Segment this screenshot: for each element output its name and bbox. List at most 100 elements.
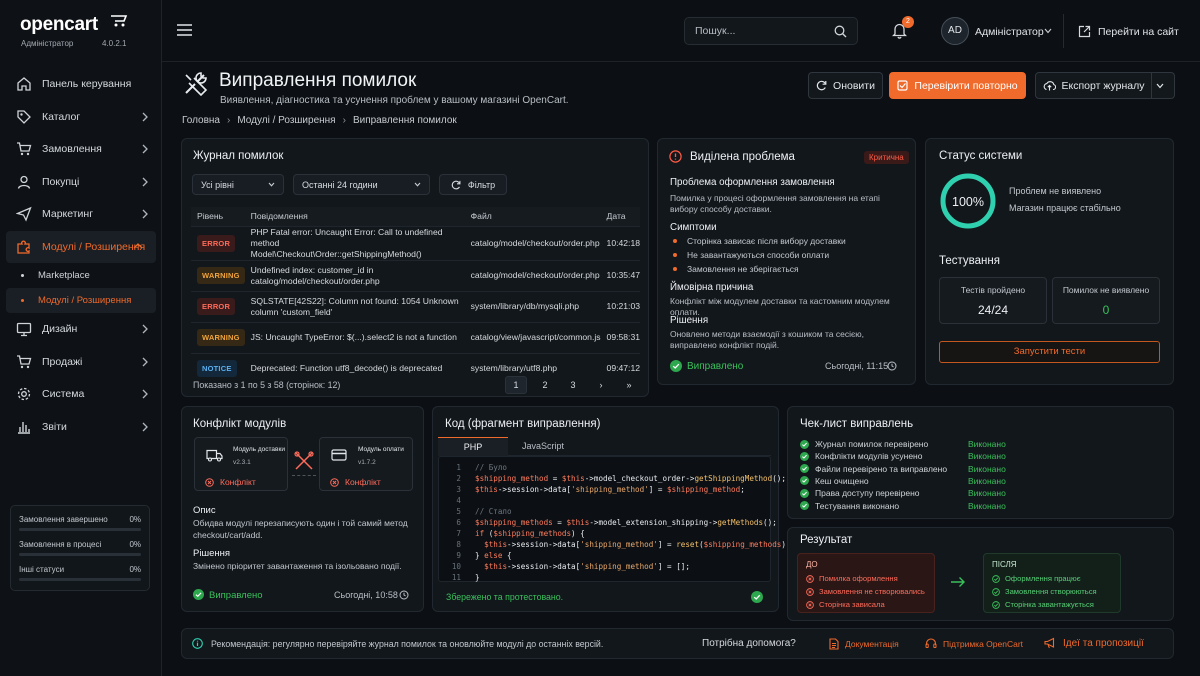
code-line: 8 $this->session->data['shipping_method'… — [456, 540, 791, 549]
table-row[interactable]: WARNING Undefined index: customer_id in c… — [191, 259, 640, 291]
checklist-status: Виконано — [968, 488, 1006, 499]
payment-module-box[interactable]: Модуль оплати v1.7.2 Конфлікт — [319, 437, 413, 491]
sidebar-item-label: Маркетинг — [42, 208, 94, 221]
tests-passed-value: 24/24 — [977, 303, 1009, 317]
check-circle-icon — [670, 360, 682, 372]
tests-passed-label: Тестів пройдено — [960, 285, 1026, 295]
health-percent: 100% — [952, 195, 984, 209]
sidebar-item-marketing[interactable]: Маркетинг — [0, 198, 162, 231]
next-page-button[interactable]: › — [590, 376, 612, 394]
sidebar-subitem-extensions[interactable]: Модулі / Розширення — [6, 288, 156, 313]
stat-other: Інші статуси 0% — [19, 562, 141, 587]
code-line: 2 $shipping_method = $this->model_checkou… — [456, 474, 786, 483]
symptom-label: Замовлення не зберігається — [687, 264, 799, 274]
visit-store-label: Перейти на сайт — [1098, 25, 1179, 38]
level-cell: WARNING — [191, 321, 245, 353]
filter-button[interactable]: Фільтр — [439, 174, 507, 195]
sidebar-item-label: Система — [42, 388, 85, 401]
avatar[interactable]: AD — [941, 17, 969, 45]
sidebar-item-orders[interactable]: Замовлення — [0, 133, 162, 166]
module-name: Модуль доставки — [233, 446, 285, 453]
sidebar-item-label: Звіти — [42, 420, 67, 433]
chevron-right-icon: › — [342, 115, 346, 126]
cart-logo-icon — [110, 14, 130, 28]
sidebar-item-extensions[interactable]: Модулі / Розширення — [6, 230, 156, 263]
sidebar-item-catalog[interactable]: Каталог — [0, 101, 162, 134]
refresh-button[interactable]: Оновити — [808, 72, 883, 99]
severity-badge: Критична — [864, 151, 909, 164]
page-1-button[interactable]: 1 — [505, 376, 527, 394]
menu-toggle-icon[interactable] — [177, 24, 192, 36]
code-editor[interactable]: 1// Було 2 $shipping_method = $this->mode… — [438, 456, 791, 582]
errors-found-label: Помилок не виявлено — [1062, 285, 1150, 295]
column-header-file[interactable]: Файл — [464, 207, 601, 226]
level-filter-select[interactable]: Усі рівні — [192, 174, 284, 195]
ideas-link[interactable]: Ідеї та пропозиції — [1044, 637, 1144, 649]
after-label: Замовлення створюються — [1005, 587, 1097, 596]
tools-icon — [182, 71, 208, 97]
module-name: Модуль оплати — [358, 446, 404, 453]
table-row[interactable]: ERROR PHP Fatal error: Uncaught Error: C… — [191, 225, 640, 260]
export-dropdown-button[interactable] — [1151, 72, 1175, 99]
logo-text[interactable]: opencart — [20, 14, 98, 36]
testing-title: Тестування — [939, 255, 1000, 267]
sidebar-item-customers[interactable]: Покупці — [0, 166, 162, 199]
visit-store-link[interactable]: Перейти на сайт — [1078, 25, 1179, 38]
export-log-button[interactable]: Експорт журналу — [1035, 72, 1152, 99]
sidebar-item-reports[interactable]: Звіти — [0, 411, 162, 444]
tools-conflict-icon — [294, 451, 314, 471]
time-filter-select[interactable]: Останні 24 години — [293, 174, 430, 195]
last-page-button[interactable]: » — [618, 376, 640, 394]
history-icon — [887, 361, 897, 371]
sidebar-item-label: Модулі / Розширення — [42, 240, 146, 253]
shipping-module-box[interactable]: Модуль доставки v2.3.1 Конфлікт — [194, 437, 288, 491]
after-item: Сторінка завантажується — [992, 600, 1094, 609]
sidebar-item-design[interactable]: Дизайн — [0, 313, 162, 346]
run-tests-button[interactable]: Запустити тести — [939, 341, 1160, 363]
message-line: JS: Uncaught TypeError: $(...).select2 i… — [250, 332, 457, 342]
breadcrumb-home[interactable]: Головна — [182, 115, 220, 126]
checklist-label: Права доступу перевірено — [815, 488, 920, 499]
sidebar-subitem-marketplace[interactable]: Marketplace — [0, 263, 162, 288]
sidebar-item-label: Дизайн — [42, 323, 78, 336]
breadcrumb-extensions[interactable]: Модулі / Розширення — [237, 115, 335, 126]
support-link[interactable]: Підтримка OpenCart — [925, 638, 1023, 649]
before-label: Помилка оформлення — [819, 574, 898, 583]
column-header-level[interactable]: Рівень — [191, 207, 245, 226]
message-cell: PHP Fatal error: Uncaught Error: Call to… — [244, 225, 465, 260]
search-input[interactable] — [695, 25, 825, 37]
page-3-button[interactable]: 3 — [562, 376, 584, 394]
arrow-right-icon — [950, 576, 966, 588]
page-2-button[interactable]: 2 — [534, 376, 556, 394]
recheck-button[interactable]: Перевірити повторно — [889, 72, 1026, 99]
column-header-date[interactable]: Дата — [600, 207, 640, 226]
tab-javascript[interactable]: JavaScript — [508, 437, 578, 456]
refresh-icon — [897, 80, 914, 91]
chevron-down-icon[interactable] — [1044, 28, 1052, 34]
time-cell: 09:58:31 — [600, 321, 640, 353]
user-name[interactable]: Адміністратор — [975, 26, 1044, 38]
refresh-icon — [816, 80, 833, 91]
sidebar-item-dashboard[interactable]: Панель керування — [0, 68, 162, 101]
user-icon — [16, 174, 32, 190]
code-line: 7 if ($shipping_methods) { — [456, 529, 585, 538]
sidebar-item-system[interactable]: Система — [0, 378, 162, 411]
documentation-link[interactable]: Документація — [829, 638, 899, 650]
before-item: Сторінка зависала — [806, 600, 885, 609]
column-header-message[interactable]: Повідомлення — [244, 207, 465, 226]
sidebar-item-sales[interactable]: Продажі — [0, 346, 162, 379]
module-version: v2.3.1 — [233, 459, 251, 466]
message-line: Undefined index: customer_id in — [250, 264, 374, 275]
history-icon — [399, 590, 409, 600]
solution-title: Рішення — [670, 315, 709, 326]
level-cell: WARNING — [191, 259, 245, 291]
search-icon[interactable] — [834, 25, 847, 38]
top-bar: 2 AD Адміністратор Перейти на сайт — [162, 0, 1200, 62]
table-row[interactable]: ERROR SQLSTATE[42S22]: Column not found:… — [191, 290, 640, 322]
filter-label: Фільтр — [467, 179, 496, 190]
tab-php[interactable]: PHP — [438, 437, 508, 456]
external-link-icon — [1078, 25, 1098, 38]
table-row[interactable]: WARNING JS: Uncaught TypeError: $(...).s… — [191, 321, 640, 353]
chevron-down-icon — [414, 182, 421, 187]
level-badge: ERROR — [197, 234, 236, 252]
